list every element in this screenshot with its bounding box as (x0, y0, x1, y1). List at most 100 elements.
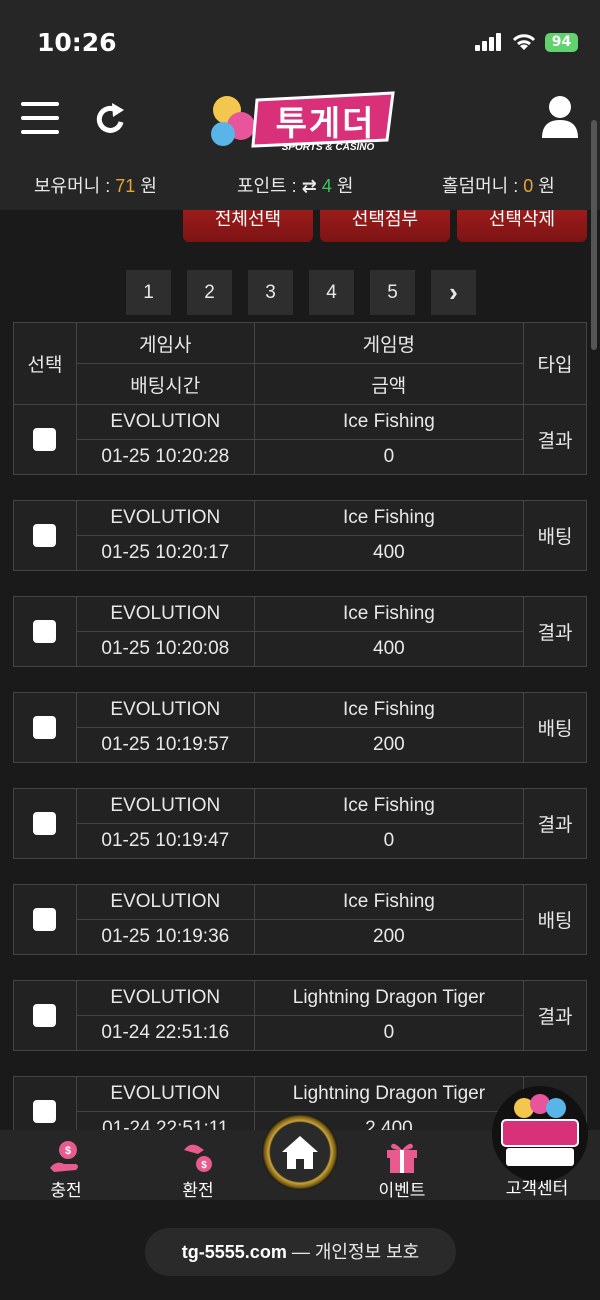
row-select-cell (13, 404, 77, 475)
scrollbar[interactable] (591, 120, 597, 350)
row-type: 결과 (523, 788, 587, 859)
next-page-icon[interactable]: › (431, 270, 476, 315)
row-amount: 0 (253, 823, 525, 859)
row-amount: 400 (253, 631, 525, 667)
col-time: 배팅시간 (75, 363, 255, 405)
row-time: 01-24 22:51:16 (75, 1015, 255, 1051)
exchange-icon: $ (184, 1144, 212, 1172)
swap-icon[interactable]: ⇄ (302, 176, 317, 196)
nav-charge-label: 충전 (50, 1181, 82, 1200)
url-bar[interactable]: tg-5555.com — 개인정보 보호 (145, 1228, 456, 1276)
home-button[interactable] (262, 1114, 338, 1190)
row-checkbox[interactable] (33, 1004, 57, 1027)
row-checkbox[interactable] (33, 908, 57, 931)
row-checkbox[interactable] (33, 428, 57, 451)
svg-text:$: $ (201, 1160, 207, 1171)
select-sub-button[interactable]: 선택점부 (320, 210, 450, 242)
support-logo[interactable] (492, 1086, 588, 1182)
point-balance: 포인트 : ⇄ 4 원 (237, 176, 354, 196)
nav-event-label: 이벤트 (378, 1181, 426, 1200)
row-type: 배팅 (523, 500, 587, 571)
row-type: 결과 (523, 596, 587, 667)
table-header: 선택 게임사 게임명 타입 배팅시간 금액 (13, 322, 587, 405)
logo-subtext: SPORTS & CASINO (281, 142, 375, 153)
row-game: Ice Fishing (253, 500, 525, 536)
table-row: EVOLUTION Ice Fishing 결과 01-25 10:20:08 400 (13, 596, 587, 667)
row-amount: 400 (253, 535, 525, 571)
logo-text: 투게더 (275, 105, 376, 143)
row-type: 결과 (523, 404, 587, 475)
row-company: EVOLUTION (75, 404, 255, 440)
user-icon[interactable] (540, 94, 580, 138)
col-select: 선택 (13, 322, 77, 405)
table-row: EVOLUTION Ice Fishing 배팅 01-25 10:20:17 400 (13, 500, 587, 571)
nav-charge[interactable]: $ 충전 (16, 1136, 116, 1201)
table-row: EVOLUTION Ice Fishing 배팅 01-25 10:19:57 200 (13, 692, 587, 763)
row-amount: 200 (253, 727, 525, 763)
row-type: 배팅 (523, 692, 587, 763)
row-select-cell (13, 500, 77, 571)
menu-icon[interactable] (21, 102, 59, 134)
row-game: Ice Fishing (253, 884, 525, 920)
url-suffix: — 개인정보 보호 (291, 1242, 420, 1262)
row-game: Lightning Dragon Tiger (253, 1076, 525, 1112)
row-select-cell (13, 692, 77, 763)
row-type: 결과 (523, 980, 587, 1051)
refresh-icon[interactable] (94, 100, 128, 138)
row-amount: 0 (253, 1015, 525, 1051)
table-row: EVOLUTION Ice Fishing 배팅 01-25 10:19:36 200 (13, 884, 587, 955)
site-logo[interactable]: 투게더 SPORTS & CASINO (205, 88, 395, 158)
signal-icon (475, 33, 501, 51)
row-select-cell (13, 980, 77, 1051)
row-company: EVOLUTION (75, 884, 255, 920)
nav-support-label: 고객센터 (505, 1179, 569, 1198)
row-game: Lightning Dragon Tiger (253, 980, 525, 1016)
row-select-cell (13, 788, 77, 859)
nav-exchange[interactable]: $ 환전 (148, 1136, 248, 1201)
row-checkbox[interactable] (33, 1100, 57, 1123)
row-time: 01-25 10:19:57 (75, 727, 255, 763)
nav-exchange-label: 환전 (182, 1181, 214, 1200)
nav-support[interactable]: 고객센터 (487, 1174, 587, 1199)
nav-event[interactable]: 이벤트 (352, 1136, 452, 1201)
row-company: EVOLUTION (75, 500, 255, 536)
row-company: EVOLUTION (75, 596, 255, 632)
table-row: EVOLUTION Ice Fishing 결과 01-25 10:20:28 0 (13, 404, 587, 475)
wifi-icon (512, 34, 536, 50)
page-3[interactable]: 3 (248, 270, 293, 315)
col-game: 게임명 (253, 322, 525, 364)
page-2[interactable]: 2 (187, 270, 232, 315)
page-1[interactable]: 1 (126, 270, 171, 315)
page-4[interactable]: 4 (309, 270, 354, 315)
select-delete-button[interactable]: 선택삭제 (457, 210, 587, 242)
holdem-balance: 홀덤머니 : 0 원 (442, 176, 555, 196)
row-checkbox[interactable] (33, 812, 57, 835)
table-row: EVOLUTION Lightning Dragon Tiger 결과 01-24 2… (13, 980, 587, 1051)
page-5[interactable]: 5 (370, 270, 415, 315)
table-row: EVOLUTION Ice Fishing 결과 01-25 10:19:47 0 (13, 788, 587, 859)
svg-text:$: $ (65, 1145, 71, 1157)
row-company: EVOLUTION (75, 980, 255, 1016)
row-time: 01-25 10:20:17 (75, 535, 255, 571)
row-checkbox[interactable] (33, 524, 57, 547)
row-type: 배팅 (523, 884, 587, 955)
col-company: 게임사 (75, 322, 255, 364)
row-time: 01-25 10:20:08 (75, 631, 255, 667)
row-select-cell (13, 884, 77, 955)
header: 투게더 SPORTS & CASINO 보유머니 : 71 원 포인트 : ⇄ … (0, 80, 600, 210)
row-time: 01-25 10:20:28 (75, 439, 255, 475)
money-balance: 보유머니 : 71 원 (34, 176, 157, 196)
select-all-button[interactable]: 전체선택 (183, 210, 313, 242)
battery-icon: 94 (545, 32, 578, 52)
betting-history: 전체선택 선택점부 선택삭제 1 2 3 4 5 › 선택 게임사 게임명 타입… (0, 210, 600, 1130)
row-amount: 0 (253, 439, 525, 475)
action-row: 전체선택 선택점부 선택삭제 (0, 210, 600, 242)
row-company: EVOLUTION (75, 692, 255, 728)
row-game: Ice Fishing (253, 788, 525, 824)
url-domain: tg-5555.com (181, 1242, 287, 1262)
row-checkbox[interactable] (33, 716, 57, 739)
row-checkbox[interactable] (33, 620, 57, 643)
row-time: 01-24 22:51:11 (75, 1111, 255, 1130)
row-game: Ice Fishing (253, 404, 525, 440)
row-game: Ice Fishing (253, 692, 525, 728)
